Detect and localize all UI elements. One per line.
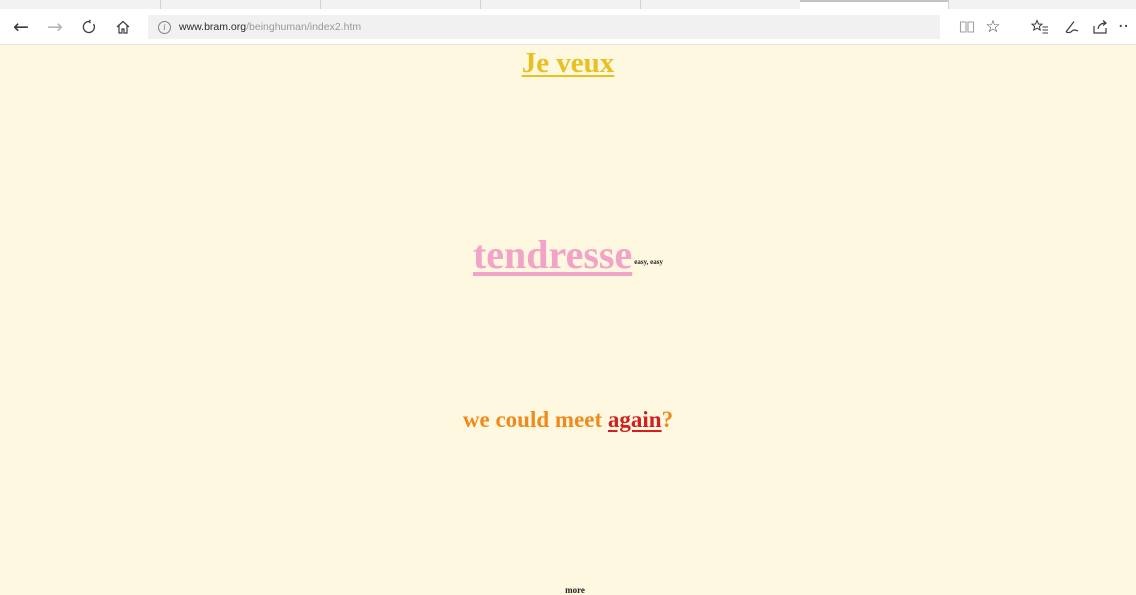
more-dots-icon: ··: [1118, 17, 1129, 37]
refresh-button[interactable]: [76, 14, 102, 40]
meet-line: we could meet again?: [0, 407, 1136, 433]
back-button[interactable]: ←: [8, 14, 34, 40]
forward-button[interactable]: →: [42, 14, 68, 40]
browser-toolbar: ← → i www.bram.org/beinghuman/index2.htm…: [0, 9, 1136, 45]
favorites-button[interactable]: [1027, 14, 1053, 40]
tendresse-link[interactable]: tendresse: [473, 232, 632, 277]
question-mark: ?: [661, 407, 674, 432]
more-button[interactable]: ··: [1118, 14, 1136, 40]
tab-separator: [160, 0, 161, 9]
tab-separator: [948, 0, 949, 9]
more-line: more: [0, 585, 1136, 595]
page-content: Je veux tendresse easy, easy we could mee…: [0, 45, 1136, 595]
more-text: more: [565, 585, 585, 595]
address-bar[interactable]: i www.bram.org/beinghuman/index2.htm: [148, 15, 940, 39]
forward-arrow-icon: →: [47, 16, 63, 38]
tab-separator: [640, 0, 641, 9]
home-icon: [116, 20, 130, 34]
star-icon: ☆: [985, 17, 1001, 37]
add-favorite-button[interactable]: ☆: [980, 14, 1006, 40]
again-link[interactable]: again: [608, 407, 662, 432]
url-path: /beinghuman/index2.htm: [246, 21, 362, 33]
share-icon: [1093, 20, 1107, 34]
tab-strip: [0, 0, 1136, 9]
active-tab[interactable]: [800, 0, 948, 9]
reading-view-button[interactable]: [954, 14, 980, 40]
web-note-button[interactable]: [1059, 14, 1085, 40]
url-host: www.bram.org: [179, 21, 247, 33]
favorites-list-icon: [1031, 19, 1048, 34]
site-info-icon[interactable]: i: [158, 20, 171, 34]
share-button[interactable]: [1088, 14, 1114, 40]
home-button[interactable]: [110, 14, 136, 40]
we-could-meet-text: we could meet: [462, 407, 608, 432]
tab-separator: [480, 0, 481, 9]
refresh-icon: [82, 19, 95, 34]
back-arrow-icon: ←: [13, 16, 29, 38]
reading-view-icon: [959, 21, 975, 33]
je-veux-line: Je veux: [0, 47, 1136, 80]
je-veux-link[interactable]: Je veux: [522, 47, 615, 79]
tab-separator: [320, 0, 321, 9]
tendresse-line: tendresse easy, easy: [0, 231, 1136, 278]
pen-icon: [1065, 21, 1079, 34]
url-text[interactable]: www.bram.org/beinghuman/index2.htm: [179, 21, 361, 33]
easy-easy-text: easy, easy: [634, 258, 664, 266]
